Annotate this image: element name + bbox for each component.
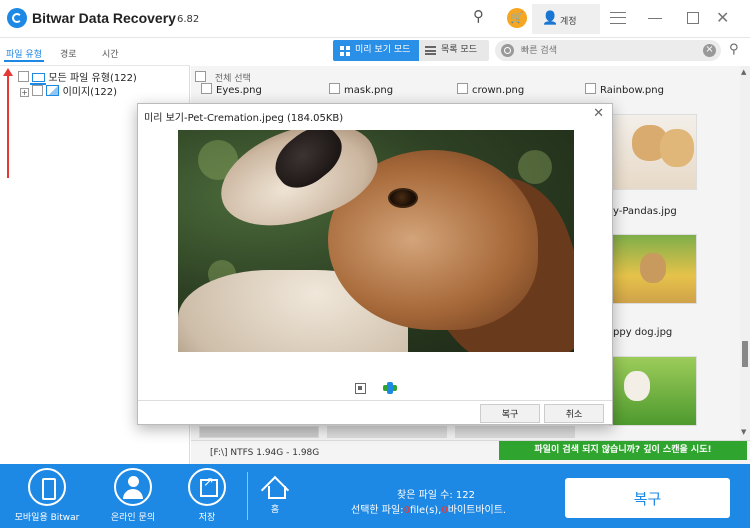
thumbnail[interactable]	[609, 114, 697, 190]
home-button[interactable]: 홈	[262, 476, 288, 515]
file-name: Eyes.png	[216, 85, 262, 96]
dialog-body	[138, 126, 612, 394]
tree-item-images[interactable]: + 이미지(122)	[20, 83, 117, 98]
scrollbar[interactable]: ▲ ▼	[740, 66, 750, 440]
title-bar: Bitwar Data Recovery 6.82 ⚲ 🛒 👤 계정 ✕	[0, 0, 750, 38]
app-logo-icon	[7, 8, 27, 28]
clear-icon[interactable]: ×	[703, 44, 716, 57]
scroll-down-icon[interactable]: ▼	[741, 428, 746, 436]
checkbox[interactable]	[457, 83, 468, 94]
search-box: ×	[495, 40, 721, 61]
minimize-icon[interactable]	[648, 18, 662, 19]
account-label: 계정	[560, 17, 577, 27]
checkbox[interactable]	[329, 83, 340, 94]
file-name: ppy dog.jpg	[613, 327, 673, 338]
file-name: crown.png	[472, 85, 525, 96]
left-tabs: 파일 유형 경로 시간	[0, 38, 190, 66]
grid-icon	[340, 46, 350, 56]
scroll-up-icon[interactable]: ▲	[741, 68, 746, 76]
dialog-footer: 복구 취소	[138, 400, 612, 424]
app-version: 6.82	[177, 14, 200, 25]
tab-time[interactable]: 시간	[102, 47, 119, 60]
selected-info: 선택한 파일:0file(s),0바이트바이트.	[351, 505, 507, 516]
list-mode-button[interactable]: 목록 모드	[419, 40, 489, 61]
tree-count: (122)	[90, 87, 118, 98]
filter-icon[interactable]: ⚲	[729, 42, 739, 57]
mobile-label: 모바일용 Bitwar	[14, 513, 80, 523]
deep-scan-button[interactable]: 파일이 검색 되지 않습니까? 깊이 스캔을 시도!	[499, 441, 747, 460]
rotate-icon[interactable]	[383, 382, 397, 394]
image-icon	[46, 85, 60, 96]
list-icon	[425, 46, 436, 55]
home-icon	[262, 476, 288, 499]
list-mode-label: 목록 모드	[441, 45, 477, 55]
thumbnail[interactable]	[327, 426, 447, 438]
checkbox[interactable]	[32, 85, 44, 96]
online-label: 온라인 문의	[110, 513, 156, 523]
tab-file-type[interactable]: 파일 유형	[4, 47, 44, 62]
app-title: Bitwar Data Recovery	[32, 10, 176, 26]
tree-label: 이미지	[62, 87, 91, 98]
thumbnail[interactable]	[609, 234, 697, 304]
close-icon[interactable]: ✕	[716, 8, 734, 27]
save-button[interactable]: 저장	[184, 468, 230, 523]
search-input[interactable]	[521, 42, 691, 59]
expand-icon[interactable]: +	[20, 88, 29, 97]
key-icon[interactable]: ⚲	[473, 7, 491, 25]
dialog-cancel-button[interactable]: 취소	[544, 404, 604, 423]
thumbnail[interactable]	[199, 426, 319, 438]
preview-image	[178, 130, 574, 352]
mobile-button[interactable]: 모바일용 Bitwar	[11, 468, 83, 523]
checkbox[interactable]	[585, 83, 596, 94]
support-icon	[114, 468, 152, 506]
partition-info: [F:\] NTFS 1.94G - 1.98G	[210, 448, 320, 458]
dialog-recover-button[interactable]: 복구	[480, 404, 540, 423]
save-label: 저장	[198, 513, 216, 523]
scrollbar-thumb[interactable]	[742, 341, 748, 367]
preview-dialog: 미리 보기-Pet-Cremation.jpeg (184.05KB) ✕ 복구…	[137, 103, 613, 425]
dialog-title: 미리 보기-Pet-Cremation.jpeg (184.05KB)	[144, 113, 344, 124]
maximize-icon[interactable]	[687, 12, 699, 24]
user-icon: 👤	[542, 11, 559, 26]
search-icon	[501, 44, 514, 57]
dialog-close-icon[interactable]: ✕	[593, 106, 604, 121]
menu-icon[interactable]	[610, 12, 626, 24]
phone-icon	[28, 468, 66, 506]
file-name: y-Pandas.jpg	[613, 206, 677, 217]
preview-mode-label: 미리 보기 모드	[355, 45, 411, 55]
account-button[interactable]: 👤 계정	[532, 4, 600, 34]
tree-item-all-types[interactable]: 모든 파일 유형(122)	[18, 69, 137, 85]
file-name: mask.png	[344, 85, 394, 96]
annotation-arrow	[3, 68, 13, 178]
file-item[interactable]: Rainbow.png	[585, 83, 664, 96]
zoom-fit-icon[interactable]	[355, 383, 366, 394]
recover-button[interactable]: 복구	[565, 478, 730, 518]
file-item[interactable]: mask.png	[329, 83, 393, 96]
file-item[interactable]: Eyes.png	[201, 83, 262, 96]
thumbnail[interactable]	[609, 356, 697, 426]
checkbox[interactable]	[18, 71, 29, 82]
thumbnail[interactable]	[455, 426, 575, 438]
file-item[interactable]: crown.png	[457, 83, 524, 96]
export-icon	[188, 468, 226, 506]
divider	[247, 472, 248, 520]
computer-icon	[30, 73, 47, 85]
select-all-checkbox[interactable]	[195, 71, 206, 82]
tab-path[interactable]: 경로	[60, 47, 77, 60]
preview-mode-button[interactable]: 미리 보기 모드	[333, 40, 419, 61]
online-inquiry-button[interactable]: 온라인 문의	[100, 468, 166, 523]
cart-icon[interactable]: 🛒	[507, 8, 527, 28]
found-count: 찾은 파일 수: 122	[397, 490, 476, 501]
checkbox[interactable]	[201, 83, 212, 94]
file-name: Rainbow.png	[600, 85, 664, 96]
